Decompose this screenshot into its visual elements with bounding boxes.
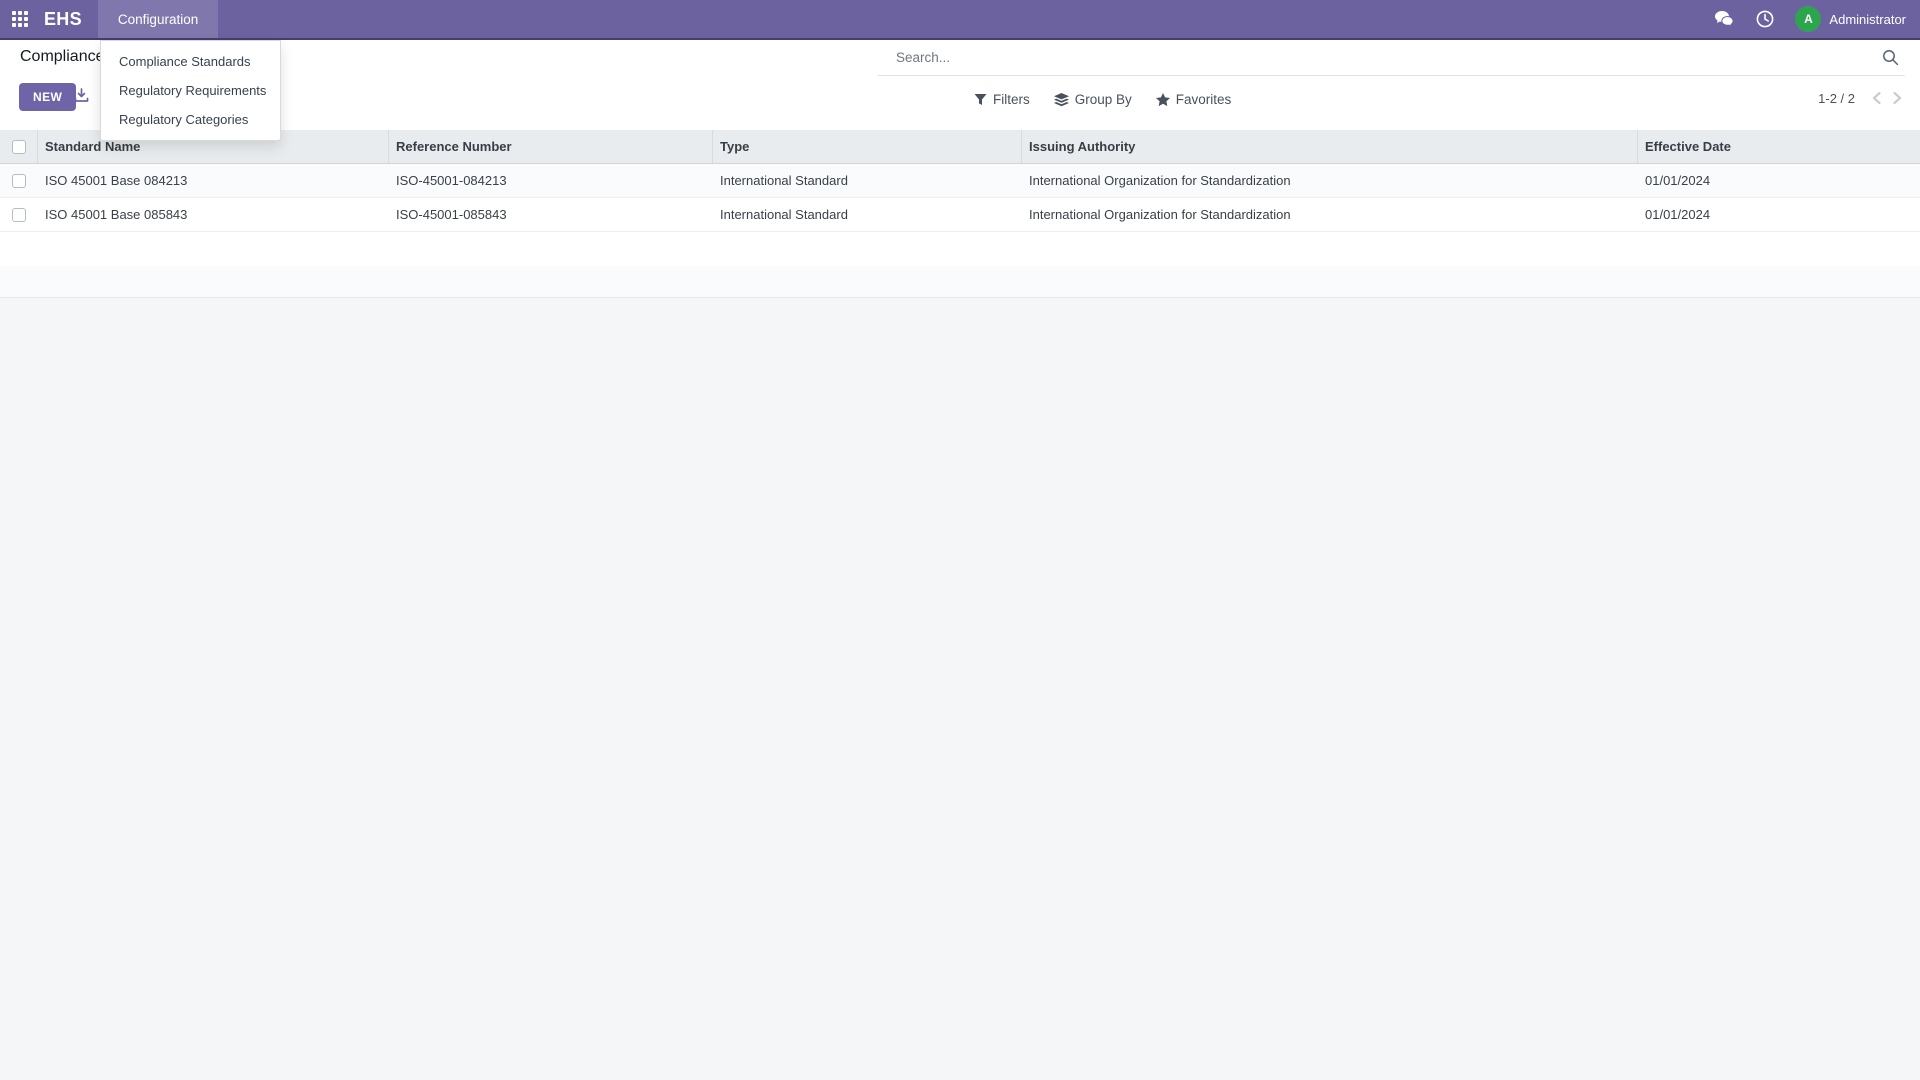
- row-checkbox[interactable]: [12, 208, 26, 222]
- pager-next-button[interactable]: [1890, 89, 1905, 107]
- column-header-type[interactable]: Type: [713, 130, 1022, 163]
- favorites-star-icon: [1156, 93, 1170, 107]
- pager-previous-button[interactable]: [1869, 89, 1884, 107]
- navbar-right: A Administrator: [1704, 0, 1920, 38]
- table-header-row: Standard Name Reference Number Type Issu…: [0, 130, 1920, 164]
- row-checkbox[interactable]: [12, 174, 26, 188]
- filter-funnel-icon: [974, 93, 987, 106]
- control-panel-buttons: NEW Filters Group By: [0, 80, 1920, 130]
- search-options: Filters Group By Favorites: [966, 87, 1239, 112]
- activities-clock-icon: [1756, 10, 1774, 28]
- group-by-layers-icon: [1054, 93, 1069, 107]
- search-input[interactable]: Search...: [878, 50, 1882, 65]
- cell-effective-date: 01/01/2024: [1638, 164, 1920, 197]
- user-menu[interactable]: A Administrator: [1795, 6, 1906, 32]
- chevron-left-icon: [1871, 91, 1882, 105]
- select-all-checkbox[interactable]: [12, 140, 26, 154]
- cell-reference-number: ISO-45001-085843: [389, 198, 713, 231]
- filters-button[interactable]: Filters: [966, 87, 1038, 112]
- column-header-issuing-authority[interactable]: Issuing Authority: [1022, 130, 1638, 163]
- import-export-button[interactable]: [74, 88, 89, 103]
- empty-filler-row: [0, 232, 1920, 266]
- cell-standard-name: ISO 45001 Base 085843: [38, 198, 389, 231]
- list-view: Standard Name Reference Number Type Issu…: [0, 130, 1920, 298]
- table-row[interactable]: ISO 45001 Base 084213 ISO-45001-084213 I…: [0, 164, 1920, 198]
- app-brand[interactable]: EHS: [40, 9, 98, 30]
- messages-icon: [1715, 11, 1734, 27]
- cell-issuing-authority: International Organization for Standardi…: [1022, 164, 1638, 197]
- search-bar[interactable]: Search...: [878, 40, 1905, 76]
- menu-configuration[interactable]: Configuration: [98, 0, 218, 38]
- cell-type: International Standard: [713, 164, 1022, 197]
- select-all-cell: [0, 130, 38, 163]
- cell-issuing-authority: International Organization for Standardi…: [1022, 198, 1638, 231]
- pager-range: 1-2 / 2: [1818, 91, 1855, 106]
- row-checkbox-cell: [0, 164, 38, 197]
- messages-button[interactable]: [1704, 0, 1745, 38]
- download-icon: [74, 88, 89, 103]
- configuration-dropdown-menu: Compliance Standards Regulatory Requirem…: [100, 40, 281, 141]
- user-name: Administrator: [1829, 12, 1906, 27]
- apps-menu-button[interactable]: [0, 0, 40, 38]
- cell-standard-name: ISO 45001 Base 084213: [38, 164, 389, 197]
- dropdown-menu-item[interactable]: Regulatory Categories: [101, 105, 280, 134]
- activities-button[interactable]: [1745, 0, 1785, 38]
- cell-reference-number: ISO-45001-084213: [389, 164, 713, 197]
- user-avatar: A: [1795, 6, 1821, 32]
- row-checkbox-cell: [0, 198, 38, 231]
- column-header-effective-date[interactable]: Effective Date: [1638, 130, 1920, 163]
- dropdown-menu-item[interactable]: Compliance Standards: [101, 47, 280, 76]
- group-by-button[interactable]: Group By: [1046, 87, 1140, 112]
- table-body: ISO 45001 Base 084213 ISO-45001-084213 I…: [0, 164, 1920, 232]
- cell-effective-date: 01/01/2024: [1638, 198, 1920, 231]
- pager: 1-2 / 2: [1818, 89, 1905, 107]
- search-icon[interactable]: [1882, 49, 1899, 66]
- cell-type: International Standard: [713, 198, 1022, 231]
- column-header-reference-number[interactable]: Reference Number: [389, 130, 713, 163]
- apps-grid-icon: [12, 11, 28, 27]
- table-row[interactable]: ISO 45001 Base 085843 ISO-45001-085843 I…: [0, 198, 1920, 232]
- navbar-left: EHS Configuration: [0, 0, 218, 38]
- chevron-right-icon: [1892, 91, 1903, 105]
- favorites-button[interactable]: Favorites: [1148, 87, 1240, 112]
- top-navbar: EHS Configuration A Administrator: [0, 0, 1920, 40]
- empty-filler-row: [0, 266, 1920, 298]
- new-button[interactable]: NEW: [19, 83, 76, 111]
- dropdown-menu-item[interactable]: Regulatory Requirements: [101, 76, 280, 105]
